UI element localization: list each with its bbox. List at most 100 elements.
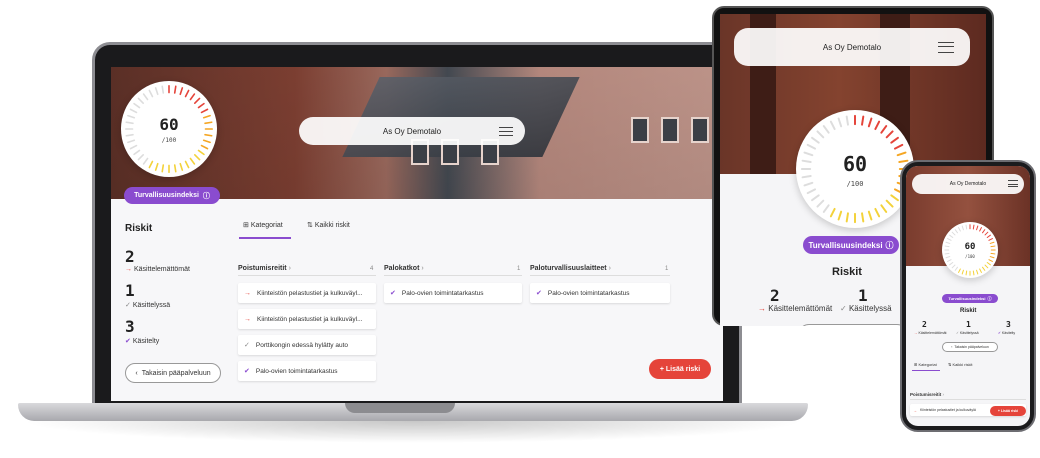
gauge-tick xyxy=(861,212,865,223)
gauge-tick xyxy=(811,136,820,144)
building-selector[interactable]: As Oy Demotalo xyxy=(734,28,970,66)
gauge-tick xyxy=(816,199,825,208)
gauge-tick xyxy=(179,87,184,96)
gauge-tick xyxy=(845,212,849,223)
gauge-tick xyxy=(197,149,205,156)
column-title-fire-stops: Palokatkot › xyxy=(384,265,424,272)
menu-icon[interactable] xyxy=(938,42,954,53)
gauge-tick xyxy=(806,188,817,195)
safety-index-badge[interactable]: Turvallisuusindeksi ⓘ xyxy=(942,294,998,303)
gauge-tick xyxy=(861,115,865,126)
risk-card[interactable]: ✓ Porttikongin edessä hylätty auto xyxy=(238,335,376,355)
gauge-tick xyxy=(173,164,177,173)
gauge-tick xyxy=(949,234,954,238)
gauge-tick xyxy=(822,125,830,134)
risk-card[interactable]: ✔ Palo-ovien toimintatarkastus xyxy=(238,361,376,381)
gauge-tick xyxy=(979,268,982,273)
gauge-tick xyxy=(880,125,888,134)
risk-card[interactable]: ✔ Palo-ovien toimintatarkastus xyxy=(384,283,522,303)
gauge-tick xyxy=(890,136,899,144)
stat-done-count: 3 xyxy=(1006,320,1011,329)
risk-card[interactable]: → Kiinteistön pelastustiet ja kulkuväyl..… xyxy=(238,283,376,303)
gauge-tick xyxy=(976,225,979,231)
safety-index-badge[interactable]: Turvallisuusindeksi ⓘ xyxy=(124,187,220,204)
back-to-main-button[interactable]: ‹Takaisin pääpalveluun xyxy=(798,324,908,326)
gauge-tick xyxy=(965,224,968,230)
gauge-tick xyxy=(133,102,141,109)
gauge-tick xyxy=(137,153,145,161)
gauge-tick xyxy=(954,229,958,234)
gauge-tick xyxy=(982,266,986,271)
column-count: 1 xyxy=(517,266,521,272)
stat-inprogress: ✓ Käsittelyssä xyxy=(956,331,979,335)
menu-icon[interactable] xyxy=(499,127,513,136)
building-name: As Oy Demotalo xyxy=(382,126,442,136)
gauge-tick xyxy=(811,194,820,202)
tab-categories[interactable]: ⊞ Kategoriat xyxy=(243,221,283,229)
gauge-tick xyxy=(986,262,991,266)
gauge-tick xyxy=(801,175,812,179)
risk-card[interactable]: ✔ Palo-ovien toimintatarkastus xyxy=(530,283,670,303)
gauge-tick xyxy=(984,264,989,269)
gauge-tick xyxy=(954,266,958,271)
gauge-tick xyxy=(197,102,205,109)
gauge-tick xyxy=(965,270,968,276)
add-risk-button[interactable]: + Lisää riski xyxy=(649,359,711,379)
gauge-tick xyxy=(976,269,979,275)
gauge-tick xyxy=(204,133,213,137)
menu-icon[interactable] xyxy=(1008,180,1018,187)
gauge-tick xyxy=(874,120,881,131)
gauge-tick xyxy=(845,115,849,126)
arrow-right-icon: → xyxy=(913,407,917,413)
stat-done-count: 3 xyxy=(125,317,135,336)
list-icon: ⇅ xyxy=(307,222,313,229)
double-check-icon: ✔ xyxy=(125,338,131,345)
laptop-screen: 60 /100 As Oy Demotalo Turvallisuusindek… xyxy=(111,67,723,401)
stat-unhandled: → Käsittelemättömät xyxy=(914,331,947,335)
gauge-max: /100 xyxy=(846,180,864,188)
double-check-icon: ✔ xyxy=(998,331,1001,335)
gauge-tick xyxy=(133,149,141,156)
gauge-tick xyxy=(200,108,209,114)
building-selector[interactable]: As Oy Demotalo xyxy=(912,174,1024,194)
gauge-tick xyxy=(829,207,836,218)
safety-index-badge[interactable]: Turvallisuusindeksi ⓘ xyxy=(803,236,899,254)
gauge-tick xyxy=(193,153,201,161)
gauge-tick xyxy=(988,238,993,241)
check-icon: ✓ xyxy=(840,304,847,313)
gauge-tick xyxy=(816,130,825,139)
gauge-tick xyxy=(885,130,894,139)
back-to-main-button[interactable]: ‹ Takaisin pääpalveluun xyxy=(125,363,221,383)
stat-done: ✔ Käsitelty xyxy=(998,331,1016,335)
gauge-tick xyxy=(179,162,184,171)
chevron-right-icon: › xyxy=(421,265,424,272)
tab-categories[interactable]: ⊞ Kategoriat xyxy=(914,362,937,367)
check-icon: ✓ xyxy=(244,342,250,349)
stat-inprogress: ✓ Käsittelyssä xyxy=(125,302,171,309)
gauge-tick xyxy=(829,120,836,131)
chevron-left-icon: ‹ xyxy=(135,369,138,377)
tab-all-risks[interactable]: ⇅ Kaikki riskit xyxy=(307,221,350,229)
add-risk-button[interactable]: + Lisää riski xyxy=(990,406,1026,416)
gauge-tick xyxy=(189,157,196,165)
safety-gauge: 60 /100 xyxy=(796,110,914,228)
gauge-tick xyxy=(982,229,986,234)
gauge-tick xyxy=(961,225,964,231)
info-icon: ⓘ xyxy=(885,240,894,250)
column-count: 4 xyxy=(370,266,374,272)
gauge-tick xyxy=(154,162,159,171)
gauge-tick xyxy=(200,144,209,150)
arrow-right-icon: → xyxy=(244,315,251,323)
chevron-right-icon: › xyxy=(288,265,291,272)
tab-all-risks[interactable]: ⇅ Kaikki riskit xyxy=(948,362,973,367)
check-icon: ✓ xyxy=(125,302,131,309)
gauge-tick xyxy=(125,133,134,137)
gauge-tick xyxy=(949,262,954,266)
gauge-tick xyxy=(880,204,888,213)
gauge-tick xyxy=(189,93,196,101)
risk-card[interactable]: → Kiinteistön pelastustiet ja kulkuväyl..… xyxy=(238,309,376,329)
building-selector[interactable]: As Oy Demotalo xyxy=(299,117,525,145)
gauge-tick xyxy=(184,160,190,169)
gauge-tick xyxy=(988,259,993,262)
back-to-main-button[interactable]: ‹Takaisin pääpalveluun xyxy=(942,342,998,352)
